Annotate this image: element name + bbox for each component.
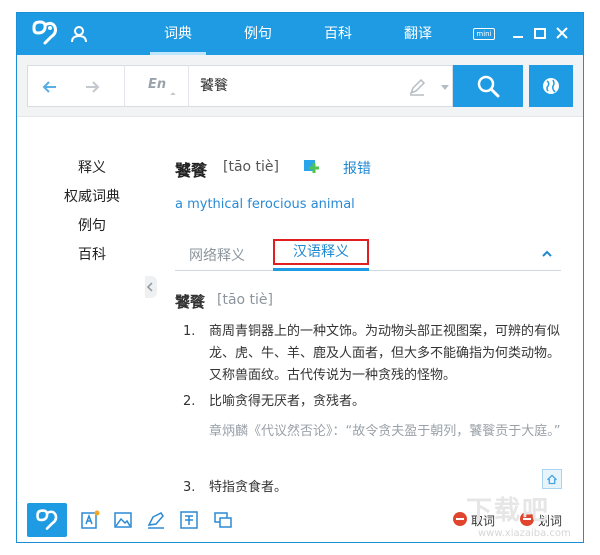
handwriting-caret-icon[interactable] <box>441 85 449 90</box>
definition-example: 章炳麟《代议然否论》：“故令贪夫盈于朝列，饕餮贡于大庭。” <box>209 424 561 439</box>
definition-text: 商周青铜器上的一种文饰。为动物头部正视图案，可辨的有似龙、虎、牛、羊、鹿及人面者… <box>209 324 561 383</box>
tab-examples[interactable]: 例句 <box>230 13 286 55</box>
definition-number: 3. <box>183 480 196 495</box>
definition-number: 1. <box>183 324 196 339</box>
mini-mode-button[interactable]: mini <box>473 28 495 40</box>
back-arrow-icon[interactable] <box>40 77 60 97</box>
wordbook-icon[interactable] <box>80 510 100 530</box>
chevron-left-icon <box>146 282 153 292</box>
translate-icon[interactable] <box>179 510 199 530</box>
watermark: 下载吧 <box>466 496 551 526</box>
divider <box>188 66 189 106</box>
watermark-url: www.xiazaiba.com <box>478 528 571 539</box>
search-box: En <box>27 65 453 107</box>
add-to-wordbook-icon[interactable] <box>303 159 319 175</box>
sidenav-item-definition[interactable]: 释义 <box>17 157 167 177</box>
definition-pinyin: [tāo tiè] <box>217 292 273 308</box>
pen-translate-icon[interactable] <box>146 510 166 530</box>
handwriting-pen-icon[interactable] <box>408 78 426 96</box>
web-search-button[interactable] <box>529 65 573 107</box>
sidenav-item-examples[interactable]: 例句 <box>17 215 167 235</box>
headword: 饕餮 <box>175 161 208 180</box>
tab-web-definition[interactable]: 网络释义 <box>189 245 245 265</box>
search-row: En <box>17 55 583 117</box>
close-icon[interactable] <box>555 26 569 40</box>
chat-icon[interactable] <box>213 510 233 530</box>
scroll-to-top-icon[interactable] <box>542 469 562 489</box>
side-navigation: 释义 权威词典 例句 百科 <box>17 117 147 497</box>
search-button[interactable] <box>453 65 523 107</box>
definition-text: 比喻贪得无厌者，贪残者。 <box>209 394 366 409</box>
take-word-toggle-icon[interactable] <box>453 512 467 526</box>
globe-icon <box>543 78 559 94</box>
dictionary-window: 词典 例句 百科 翻译 mini En 饕餮 释义 权威词典 例句 百科 饕餮 … <box>16 12 584 543</box>
definition-number: 2. <box>183 394 196 409</box>
definition-tabs: 网络释义 汉语释义 <box>175 235 561 271</box>
sidenav-item-authoritative-dictionary[interactable]: 权威词典 <box>17 186 167 206</box>
search-input[interactable] <box>200 77 380 93</box>
divider <box>124 66 125 106</box>
app-logo-icon <box>36 509 58 530</box>
sidebar-collapse-handle[interactable] <box>145 276 157 298</box>
sidenav-item-encyclopedia[interactable]: 百科 <box>17 244 167 264</box>
language-caret-icon[interactable] <box>170 92 176 98</box>
forward-arrow-icon[interactable] <box>82 77 102 97</box>
image-translate-icon[interactable] <box>113 510 133 530</box>
definition-headword: 饕餮 <box>175 293 206 311</box>
minimize-icon[interactable] <box>511 26 525 40</box>
english-definition: a mythical ferocious animal <box>175 197 355 212</box>
tab-translate[interactable]: 翻译 <box>390 13 446 55</box>
active-tab-indicator <box>273 268 369 271</box>
report-error-link[interactable]: 报错 <box>343 158 371 178</box>
tab-dictionary[interactable]: 词典 <box>150 13 206 55</box>
title-bar: 词典 例句 百科 翻译 mini <box>17 13 583 55</box>
language-selector[interactable]: En <box>148 77 166 92</box>
app-logo-icon[interactable] <box>31 19 59 47</box>
home-button[interactable] <box>27 503 67 537</box>
chevron-up-icon[interactable] <box>541 248 553 260</box>
user-icon[interactable] <box>70 25 88 43</box>
pinyin: [tāo tiè] <box>223 159 279 175</box>
search-icon <box>477 75 500 98</box>
tab-encyclopedia[interactable]: 百科 <box>310 13 366 55</box>
maximize-icon[interactable] <box>533 26 547 40</box>
tab-chinese-definition[interactable]: 汉语释义 <box>273 239 369 265</box>
